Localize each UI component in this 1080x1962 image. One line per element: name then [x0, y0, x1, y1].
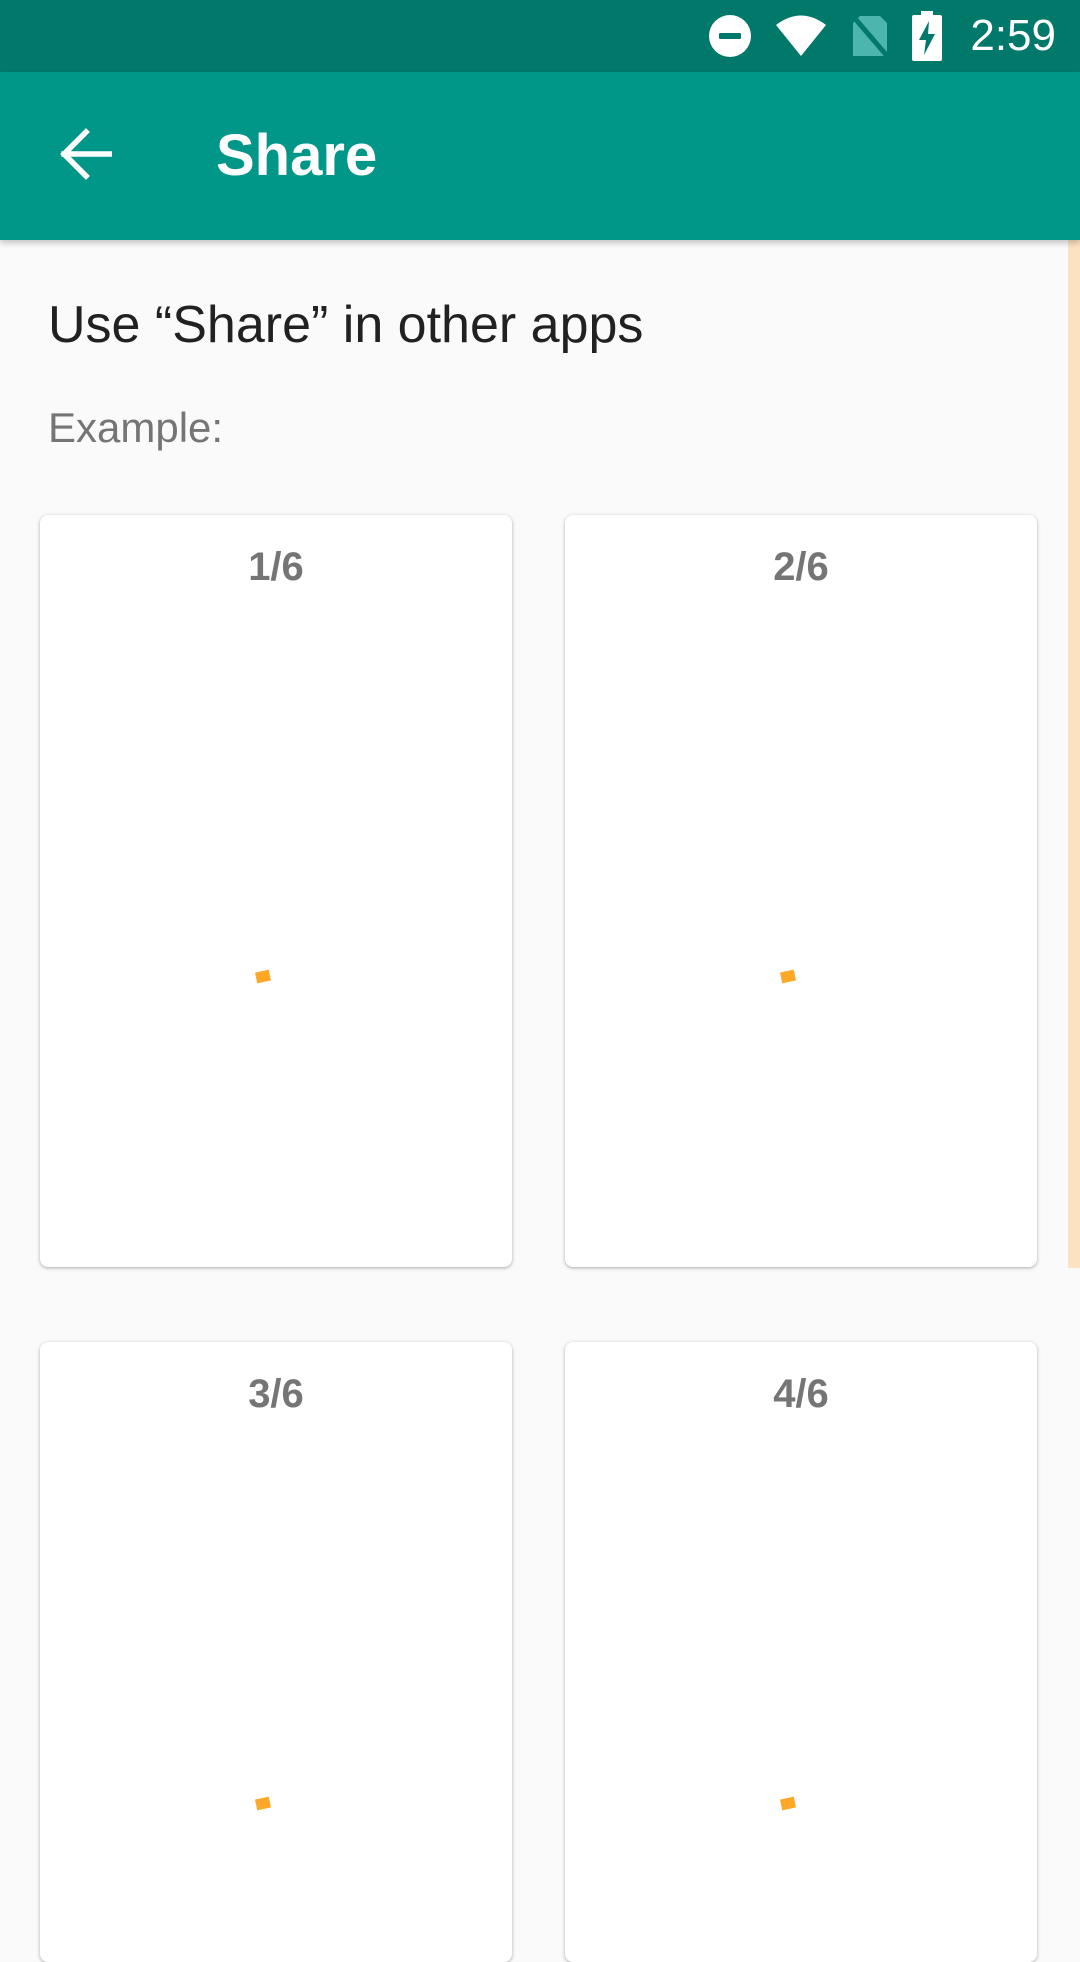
arrow-back-icon	[60, 127, 113, 185]
example-card-3[interactable]: 3/6	[40, 1342, 512, 1962]
status-bar: 2:59	[0, 0, 1080, 72]
example-card-2[interactable]: 2/6	[565, 515, 1037, 1267]
example-card-1[interactable]: 1/6	[40, 515, 512, 1267]
app-bar: Share	[0, 72, 1080, 240]
battery-charging-icon	[912, 11, 943, 61]
scroll-indicator	[1068, 240, 1080, 1268]
example-label: Example:	[48, 404, 224, 451]
status-time: 2:59	[970, 11, 1056, 60]
card-page-label: 3/6	[248, 1372, 304, 1416]
loading-spinner-icon	[780, 969, 796, 984]
loading-spinner-icon	[255, 1796, 271, 1811]
loading-spinner-icon	[780, 1796, 796, 1811]
no-sim-icon	[850, 13, 891, 59]
page-title: Share	[216, 123, 378, 188]
do-not-disturb-icon	[708, 14, 752, 58]
back-button[interactable]	[42, 112, 130, 200]
card-page-label: 4/6	[773, 1372, 829, 1416]
card-page-label: 1/6	[248, 545, 304, 589]
section-heading: Use “Share” in other apps	[48, 296, 644, 354]
card-page-label: 2/6	[773, 545, 829, 589]
loading-spinner-icon	[255, 969, 271, 984]
example-card-4[interactable]: 4/6	[565, 1342, 1037, 1962]
status-icons: 2:59	[708, 0, 1056, 72]
wifi-icon	[774, 14, 828, 58]
